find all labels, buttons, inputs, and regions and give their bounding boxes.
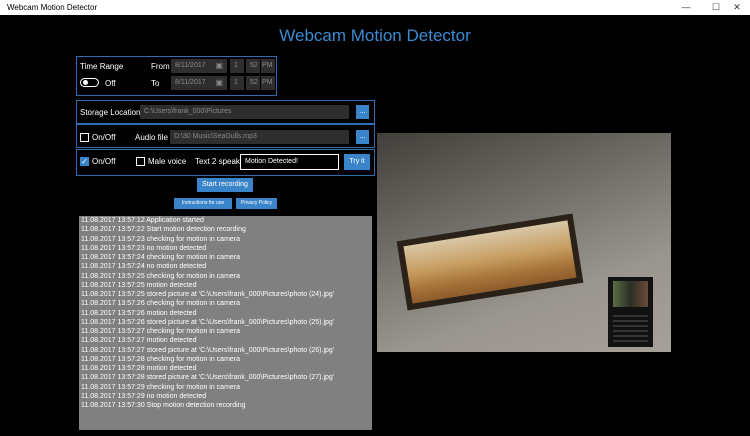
time-range-toggle[interactable] — [80, 78, 99, 87]
to-label: To — [151, 79, 160, 88]
log-line: 11.08.2017 13:57:27 checking for motion … — [81, 328, 241, 335]
storage-browse-button[interactable]: ... — [356, 105, 369, 119]
log-line: 11.08.2017 13:57:26 checking for motion … — [81, 300, 241, 308]
toggle-knob — [83, 80, 88, 85]
to-period[interactable]: PM — [261, 76, 275, 90]
window-titlebar: Webcam Motion Detector — ☐ ✕ — [0, 0, 750, 15]
log-line: 11.08.2017 13:57:28 stored picture at 'C… — [81, 374, 335, 382]
from-minute[interactable]: 52 — [246, 59, 260, 73]
log-line: 11.08.2017 13:57:22 Start motion detecti… — [81, 226, 246, 234]
to-date-picker[interactable]: 8/11/2017 ▣ — [171, 76, 227, 90]
app-title: Webcam Motion Detector — [279, 26, 471, 45]
log-line: 11.08.2017 13:57:28 motion detected — [81, 365, 197, 372]
log-line: 11.08.2017 13:57:29 no motion detected — [81, 392, 207, 400]
instructions-button[interactable]: Instructions for use — [174, 198, 232, 209]
audio-onoff-label: On/Off — [92, 133, 116, 142]
log-line: 11.08.2017 13:57:27 motion detected — [81, 337, 197, 345]
speech-onoff-label: On/Off — [92, 157, 116, 166]
log-line: 11.08.2017 13:57:25 checking for motion … — [81, 272, 241, 280]
log-line: 11.08.2017 13:57:28 checking for motion … — [81, 355, 241, 363]
storage-location-label: Storage Location — [80, 108, 141, 117]
log-panel[interactable]: 11.08.2017 13:57:12 Application started 1… — [79, 216, 372, 430]
storage-path-field[interactable]: C:\Users\frank_000\Pictures — [140, 105, 349, 119]
log-line: 11.08.2017 13:57:29 checking for motion … — [81, 383, 241, 391]
audio-path-field[interactable]: D:\30 Music\SeaGulls.mp3 — [170, 130, 349, 144]
to-date-value: 8/11/2017 — [175, 79, 206, 86]
camera-preview — [377, 133, 671, 352]
camera-wall-calendar — [608, 277, 653, 347]
from-date-picker[interactable]: 8/11/2017 ▣ — [171, 59, 227, 73]
calendar-grid — [613, 312, 648, 342]
log-line: 11.08.2017 13:57:26 stored picture at 'C… — [81, 318, 335, 326]
log-line: 11.08.2017 13:57:27 stored picture at 'C… — [81, 346, 335, 354]
time-range-label: Time Range — [80, 62, 124, 71]
from-date-value: 8/11/2017 — [175, 62, 206, 69]
log-line: 11.08.2017 13:57:25 motion detected — [81, 281, 197, 289]
check-icon: ✓ — [81, 157, 88, 166]
log-line: 11.08.2017 13:57:12 Application started — [81, 217, 204, 224]
start-recording-button[interactable]: Start recording — [197, 178, 253, 192]
audio-browse-button[interactable]: ... — [356, 130, 369, 144]
log-line: 11.08.2017 13:57:23 checking for motion … — [81, 235, 241, 243]
log-line: 11.08.2017 13:57:23 no motion detected — [81, 244, 207, 252]
calendar-icon: ▣ — [215, 78, 223, 87]
try-it-button[interactable]: Try it — [344, 154, 370, 170]
log-line: 11.08.2017 13:57:30 Stop motion detectio… — [81, 402, 246, 409]
log-line: 11.08.2017 13:57:26 motion detected — [81, 309, 197, 317]
calendar-icon: ▣ — [215, 61, 223, 70]
audio-file-label: Audio file — [135, 133, 168, 142]
close-icon[interactable]: ✕ — [724, 0, 750, 15]
speech-checkbox[interactable]: ✓ — [80, 157, 89, 166]
text-to-speak-input[interactable]: Motion Detected! — [240, 154, 339, 170]
to-minute[interactable]: 52 — [246, 76, 260, 90]
male-voice-label: Male voice — [148, 157, 187, 166]
from-label: From — [151, 62, 170, 71]
calendar-photo — [613, 281, 648, 307]
audio-checkbox[interactable] — [80, 133, 89, 142]
from-hour[interactable]: 1 — [230, 59, 244, 73]
from-period[interactable]: PM — [261, 59, 275, 73]
log-line: 11.08.2017 13:57:24 no motion detected — [81, 263, 207, 271]
text-to-speak-label: Text 2 speak — [195, 157, 240, 166]
privacy-policy-button[interactable]: Privacy Policy — [236, 198, 277, 209]
log-line: 11.08.2017 13:57:25 stored picture at 'C… — [81, 291, 335, 298]
male-voice-checkbox[interactable] — [136, 157, 145, 166]
window-title: Webcam Motion Detector — [7, 3, 98, 12]
minimize-icon[interactable]: — — [673, 0, 699, 15]
to-hour[interactable]: 1 — [230, 76, 244, 90]
log-line: 11.08.2017 13:57:24 checking for motion … — [81, 254, 241, 261]
toggle-state-label: Off — [105, 79, 116, 88]
